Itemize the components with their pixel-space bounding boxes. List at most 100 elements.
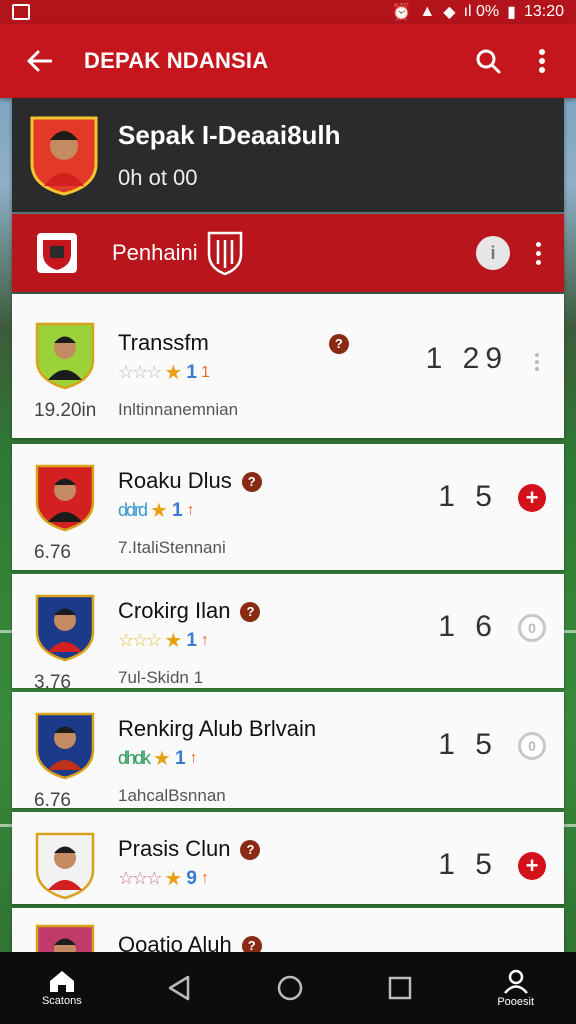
club-logo-icon [37, 233, 77, 273]
info-badge-icon[interactable]: ? [241, 472, 262, 493]
club-name: Crokirg Ilan? [118, 598, 261, 624]
club-score: 1 5 [438, 728, 498, 761]
rating-trend: ↑ [186, 501, 195, 519]
star-icon: ★ [150, 500, 168, 522]
star-icon: ★ [164, 362, 183, 384]
info-badge-icon[interactable]: ? [240, 602, 261, 623]
square-recents-icon [389, 976, 412, 1000]
info-badge-icon[interactable]: ? [240, 840, 261, 861]
rating-stars: dhdk [118, 748, 151, 768]
club-value: 6.76 [34, 790, 71, 811]
arrow-left-icon [27, 50, 52, 72]
shield-icon [207, 231, 242, 276]
wifi-icon: ◆ [443, 4, 456, 21]
rating-value: 1 [186, 361, 197, 383]
toggle-button[interactable]: 0 [518, 732, 546, 760]
club-card[interactable]: Ooatio Aluh? [12, 908, 564, 992]
search-button[interactable] [468, 41, 508, 81]
info-badge-icon[interactable]: ? [328, 334, 349, 355]
more-options-button[interactable] [532, 348, 542, 376]
club-name: Roaku Dlus? [118, 468, 262, 494]
navigation-bar: Scatons Pooesit [0, 952, 576, 1024]
profile-subtitle: 0h ot 00 [118, 164, 198, 190]
club-description: Inltinnanemnian [118, 400, 239, 419]
section-header: Penhaini i [12, 214, 564, 292]
club-name: Transsfm? [118, 330, 349, 356]
club-name-text: Crokirg Ilan [118, 598, 231, 623]
star-icon: ★ [164, 630, 183, 652]
search-icon [476, 49, 501, 74]
club-crest-icon [35, 322, 95, 390]
profile-name: Sepak I-Deaai8ulh [118, 119, 341, 150]
club-score: 1 5 [438, 848, 498, 881]
add-button[interactable]: + [518, 484, 546, 512]
info-button[interactable]: i [476, 236, 510, 270]
home-nav-label: Scatons [41, 995, 82, 1007]
info-icon: i [490, 242, 496, 263]
club-crest-icon [35, 712, 95, 780]
club-rating: ☆☆☆ ★ 1 ↑ [118, 628, 209, 653]
club-card[interactable]: Crokirg Ilan? ☆☆☆ ★ 1 ↑ 3.76 7ul-Skidn 1 1 6… [12, 574, 564, 693]
rating-trend: ↑ [189, 749, 198, 767]
home-circle-button[interactable] [276, 974, 304, 1002]
club-description: 7.ItaliStennani [118, 538, 226, 557]
status-bar: ⏰ ▲ ◆ ıl 0% ▮ 13:20 [0, 0, 576, 24]
club-rating: dhdk ★ 1 ↑ [118, 746, 198, 771]
club-crest-icon [35, 594, 95, 662]
club-card[interactable]: Roaku Dlus? ddrd ★ 1 ↑ 6.76 7.ItaliStennani… [12, 444, 564, 570]
club-crest-icon [35, 832, 95, 900]
section-more-button[interactable] [528, 238, 548, 268]
rating-value: 1 [186, 629, 197, 651]
signal-icon: ▲ [419, 3, 436, 20]
club-name: Prasis Clun? [118, 836, 261, 862]
club-rating: ☆☆☆ ★ 1 1 [118, 360, 210, 385]
profile-nav-label: Pooesit [497, 996, 535, 1008]
app-title: DEPAK NDANSIA [84, 48, 269, 73]
profile-nav-button[interactable]: Pooesit [497, 968, 534, 1008]
screenshot-icon [12, 4, 30, 20]
rating-trend: ↑ [200, 631, 209, 649]
star-icon: ★ [164, 868, 183, 890]
network-text: ıl 0% [463, 3, 500, 20]
club-card[interactable]: Transsfm? ☆☆☆ ★ 1 1 19.20in Inltinnanemnian… [12, 294, 564, 438]
club-value: 19.20in [34, 400, 97, 421]
back-nav-button[interactable] [166, 974, 192, 1002]
club-score: 1 5 [438, 480, 498, 513]
club-crest-icon [35, 464, 95, 532]
club-value: 3.76 [34, 672, 71, 693]
club-card[interactable]: Renkirg Alub Brlvain dhdk ★ 1 ↑ 6.76 1ahcal… [12, 692, 564, 811]
profile-card[interactable]: Sepak I-Deaai8ulh 0h ot 00 [12, 98, 564, 212]
overflow-menu-button[interactable] [522, 41, 562, 81]
circle-home-icon [277, 975, 302, 1001]
add-button[interactable]: + [518, 852, 546, 880]
rating-value: 1 [171, 499, 183, 521]
rating-stars: ddrd [118, 500, 148, 520]
club-value: 6.76 [34, 542, 71, 563]
toggle-button[interactable]: 0 [518, 614, 546, 642]
club-card[interactable]: Prasis Clun? ☆☆☆ ★ 9 ↑ 1 5 + [12, 812, 564, 904]
battery-icon: ▮ [507, 4, 516, 21]
back-button[interactable] [24, 46, 54, 76]
club-score: 1 6 [438, 610, 498, 643]
more-vert-icon [539, 49, 545, 73]
triangle-back-icon [168, 975, 189, 1001]
club-description: 7ul-Skidn 1 [118, 668, 204, 687]
club-name-text: Renkirg Alub Brlvain [118, 716, 317, 741]
rating-trend: ↑ [200, 869, 209, 887]
player-avatar [30, 116, 98, 196]
club-description: 1ahcalBsnnan [118, 786, 226, 805]
home-nav-button[interactable]: Scatons [42, 969, 82, 1007]
club-name-text: Transsfm [118, 330, 209, 355]
recents-button[interactable] [387, 975, 413, 1001]
clock: 13:20 [523, 3, 564, 20]
section-label: Penhaini [112, 240, 198, 265]
rating-trend: 1 [200, 363, 210, 381]
rating-value: 9 [186, 867, 197, 889]
club-name: Renkirg Alub Brlvain [118, 716, 316, 742]
club-name-text: Roaku Dlus [118, 468, 232, 493]
star-icon: ★ [153, 748, 171, 770]
club-rating: ddrd ★ 1 ↑ [118, 498, 195, 523]
alarm-icon: ⏰ [391, 4, 412, 21]
rating-stars: ☆☆☆ [118, 868, 162, 888]
rating-stars: ☆☆☆ [118, 362, 162, 382]
